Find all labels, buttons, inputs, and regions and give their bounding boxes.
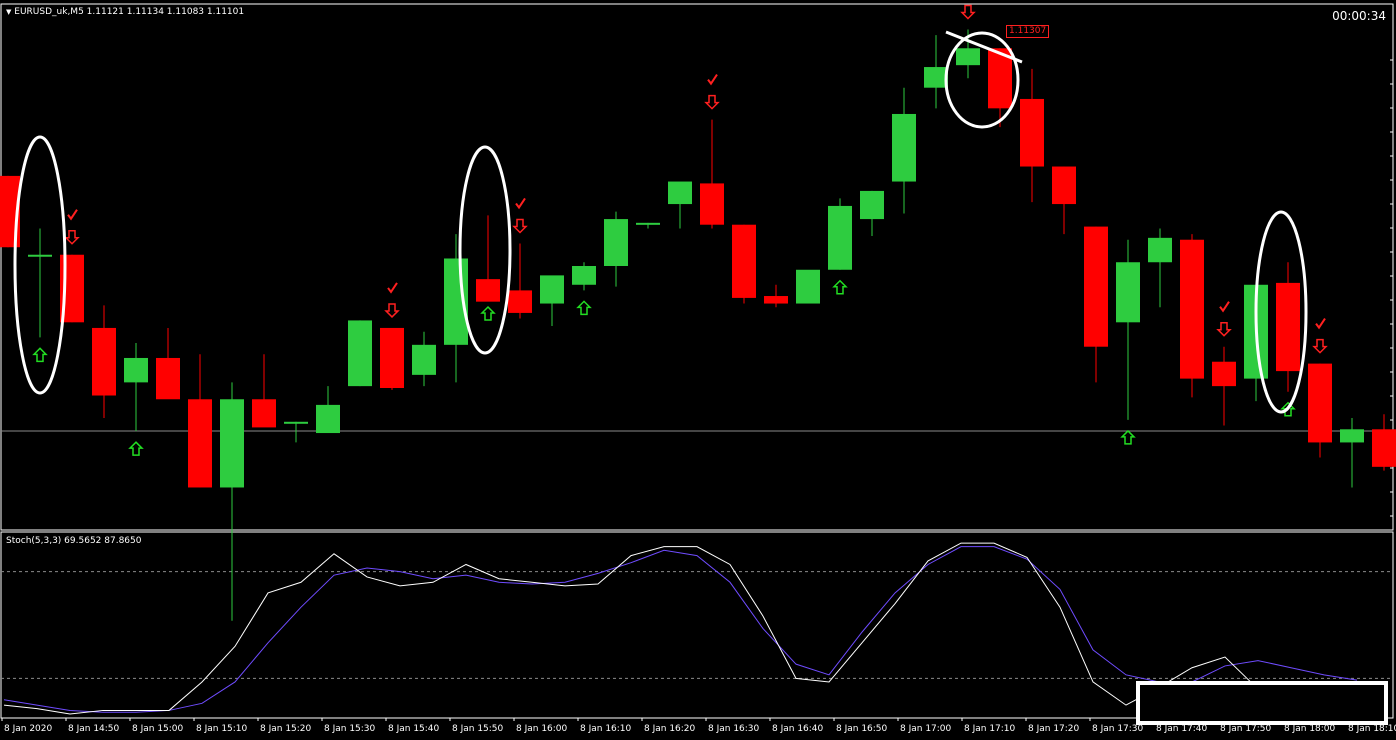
candle-body [412, 344, 436, 375]
candle-body [1020, 98, 1044, 167]
candle-body [796, 269, 820, 304]
x-tick-label: 8 Jan 16:30 [708, 724, 760, 734]
candle-bodies [0, 48, 1396, 488]
candle-body [924, 67, 948, 88]
x-tick-label: 8 Jan 17:20 [1028, 724, 1080, 734]
candle-body [1116, 262, 1140, 323]
candle-body [476, 279, 500, 302]
up-arrow-icon [1120, 429, 1136, 445]
candle-body [604, 219, 628, 266]
check-mark-icon [67, 209, 78, 221]
candle-body [1372, 429, 1396, 467]
candle-body [1052, 166, 1076, 205]
candle-body [636, 222, 660, 225]
down-arrow-icon [1216, 321, 1232, 337]
candle-body [1084, 226, 1108, 347]
candle-body [508, 290, 532, 313]
symbol-header: ▼ EURUSD_uk,M5 1.11121 1.11134 1.11083 1… [6, 7, 244, 18]
x-tick-label: 8 Jan 14:50 [68, 724, 120, 734]
candle-body [956, 48, 980, 66]
x-tick-label: 8 Jan 17:40 [1156, 724, 1208, 734]
check-mark-icon [1315, 318, 1326, 330]
candle-body [348, 320, 372, 387]
x-tick-label: 8 Jan 17:00 [900, 724, 952, 734]
down-arrow-icon [960, 4, 976, 20]
x-tick-label: 8 Jan 16:20 [644, 724, 696, 734]
candle-body [764, 296, 788, 304]
price-tag: 1.11307 [1006, 25, 1050, 38]
x-tick-label: 8 Jan 18:10 [1348, 724, 1396, 734]
check-mark-icon [515, 197, 526, 210]
candle-body [380, 327, 404, 388]
down-arrow-icon [1312, 338, 1328, 354]
x-tick-label: 8 Jan 17:10 [964, 724, 1016, 734]
candle-body [1148, 237, 1172, 263]
x-tick-label: 8 Jan 15:40 [388, 724, 440, 734]
down-arrow-icon [512, 218, 528, 234]
candle-body [860, 190, 884, 220]
candle-body [92, 327, 116, 396]
countdown-timer: 00:00:34 [1332, 9, 1386, 23]
candle-body [220, 399, 244, 488]
x-tick-label: 8 Jan 15:00 [132, 724, 184, 734]
candle-body [316, 404, 340, 434]
up-arrow-icon [128, 441, 144, 456]
x-tick-label: 8 Jan 15:20 [260, 724, 312, 734]
candle-body [284, 421, 308, 424]
x-tick-label: 8 Jan 15:50 [452, 724, 504, 734]
x-tick-label: 8 Jan 16:00 [516, 724, 568, 734]
down-arrow-icon [64, 229, 80, 245]
collapse-triangle-icon[interactable]: ▼ [6, 8, 11, 16]
down-arrow-icon [384, 303, 400, 318]
x-tick-label: 8 Jan 17:50 [1220, 724, 1272, 734]
candle-body [1340, 429, 1364, 443]
up-arrow-icon [832, 279, 848, 295]
check-mark-icon [707, 74, 718, 86]
check-mark-icon [1219, 301, 1230, 313]
annotation-ellipse [458, 145, 512, 355]
candle-body [700, 183, 724, 225]
candle-body [124, 357, 148, 383]
x-tick-label: 8 Jan 18:00 [1284, 724, 1336, 734]
candle-body [1180, 239, 1204, 379]
chart-canvas: 8 Jan 2020 8 Jan 14:50 8 Jan 15:00 8 Jan 15… [0, 3, 1396, 734]
indicator-label: Stoch(5,3,3) 69.5652 87.8650 [6, 536, 142, 546]
up-arrow-icon [576, 300, 592, 316]
overlay-box [1136, 681, 1388, 725]
candle-body [1212, 361, 1236, 387]
candle-body [1276, 282, 1300, 372]
x-tick-label: 8 Jan 16:40 [772, 724, 824, 734]
candle-body [1308, 363, 1332, 443]
candle-body [188, 399, 212, 488]
candle-body [252, 399, 276, 428]
symbol-line: EURUSD_uk,M5 1.11121 1.11134 1.11083 1.1… [14, 7, 245, 17]
candle-body [732, 224, 756, 298]
check-mark-icon [387, 282, 398, 294]
candle-body [540, 275, 564, 304]
x-tick-label: 8 Jan 2020 [4, 724, 52, 734]
x-tick-label: 8 Jan 15:30 [324, 724, 376, 734]
up-arrow-icon [480, 305, 496, 321]
x-tick-label: 8 Jan 16:10 [580, 724, 632, 734]
candle-body [28, 254, 52, 257]
down-arrow-icon [704, 94, 720, 110]
up-arrow-icon [32, 347, 48, 363]
x-tick-label: 8 Jan 17:30 [1092, 724, 1144, 734]
candle-body [892, 113, 916, 182]
candle-body [828, 205, 852, 270]
candle-body [668, 181, 692, 205]
candle-body [156, 357, 180, 400]
candle-body [572, 266, 596, 285]
x-tick-label: 8 Jan 16:50 [836, 724, 888, 734]
x-tick-label: 8 Jan 15:10 [196, 724, 248, 734]
annotation-ellipses [13, 30, 1308, 414]
